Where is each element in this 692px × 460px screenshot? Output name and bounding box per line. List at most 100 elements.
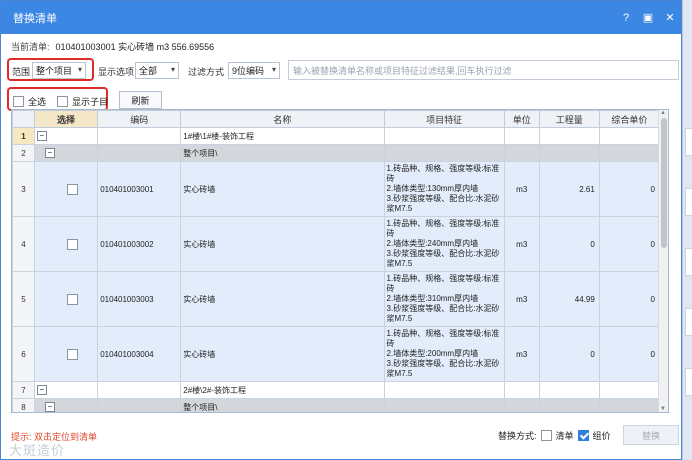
name-cell: 整个项目\: [180, 398, 385, 412]
header-code[interactable]: 编码: [97, 110, 182, 128]
name-cell: 实心砖墙: [180, 216, 385, 272]
table-row[interactable]: 8 − 整个项目\: [12, 398, 661, 412]
unit-cell: [503, 144, 540, 162]
tree-toggle-cell[interactable]: −: [33, 144, 99, 162]
vertical-scrollbar[interactable]: ▲ ▼: [658, 110, 668, 412]
restore-icon[interactable]: ▣: [637, 11, 659, 24]
display-option-select[interactable]: 全部 ▾: [135, 62, 179, 79]
dialog-title: 替换清单: [13, 12, 57, 25]
quantity-cell: [538, 381, 600, 399]
quantity-cell: 2.61: [538, 161, 600, 217]
row-checkbox[interactable]: [66, 183, 78, 195]
titlebar: 替换清单 ? ▣ ✕: [1, 1, 681, 34]
unit-cell: [503, 398, 540, 412]
display-option-label: 显示选项: [98, 67, 135, 77]
list-grid: 选择 编码 名称 项目特征 单位 工程量 综合单价 1 − 1#楼\1#楼-装饰…: [11, 109, 669, 413]
code-cell: [97, 398, 182, 412]
feature-cell: 1.砖品种、规格、强度等级:标准砖 2.墙体类型:200mm厚内墙 3.砂浆强度…: [383, 326, 505, 382]
select-all-checkbox[interactable]: [13, 96, 24, 107]
row-checkbox[interactable]: [66, 348, 78, 360]
name-cell: 实心砖墙: [180, 161, 385, 217]
chevron-down-icon: ▾: [77, 65, 82, 74]
select-cell[interactable]: [33, 161, 99, 217]
name-cell: 实心砖墙: [180, 326, 385, 382]
display-option-value: 全部: [139, 66, 158, 76]
price-cell: [598, 398, 661, 412]
background-cell: [685, 128, 692, 156]
select-cell[interactable]: [33, 216, 99, 272]
feature-cell: [383, 144, 505, 162]
table-header-row: 选择 编码 名称 项目特征 单位 工程量 综合单价: [12, 110, 661, 128]
unit-cell: m3: [503, 326, 540, 382]
table-row[interactable]: 2 − 整个项目\: [12, 144, 661, 162]
feature-cell: 1.砖品种、规格、强度等级:标准砖 2.墙体类型:240mm厚内墙 3.砂浆强度…: [383, 216, 505, 272]
collapse-icon[interactable]: −: [44, 402, 55, 412]
current-list-value: 010401003001 实心砖墙 m3 556.69556: [55, 41, 215, 52]
filter-mode-select[interactable]: 9位编码 ▾: [228, 62, 280, 79]
row-number: 7: [12, 381, 35, 399]
refresh-button[interactable]: 刷新: [119, 91, 162, 109]
table-row[interactable]: 5 010401003003 实心砖墙 1.砖品种、规格、强度等级:标准砖 2.…: [12, 271, 661, 327]
table-row[interactable]: 7 − 2#楼\2#-装饰工程: [12, 381, 661, 399]
price-cell: [598, 381, 661, 399]
quantity-cell: 0: [538, 216, 600, 272]
quantity-cell: [538, 127, 600, 145]
filter-mode-label: 过滤方式: [188, 67, 225, 77]
header-name[interactable]: 名称: [180, 110, 385, 128]
mode-group-checkbox[interactable]: [577, 430, 589, 441]
dialog-footer: 提示: 双击定位到清单 大斑造价 替换方式: 清单 组价 替换: [1, 421, 683, 459]
scroll-down-icon[interactable]: ▼: [660, 406, 666, 412]
unit-cell: [503, 381, 540, 399]
row-number: 6: [12, 326, 35, 382]
table-row[interactable]: 1 − 1#楼\1#楼-装饰工程: [12, 127, 661, 145]
header-quantity[interactable]: 工程量: [538, 110, 600, 128]
scope-value: 整个项目: [36, 66, 73, 76]
row-number: 1: [12, 127, 35, 145]
tree-toggle-cell[interactable]: −: [33, 398, 99, 412]
mode-list-checkbox[interactable]: [540, 430, 552, 441]
collapse-icon[interactable]: −: [36, 385, 47, 395]
show-children-checkbox[interactable]: [57, 96, 68, 107]
name-cell: 整个项目\: [180, 144, 385, 162]
code-cell: [97, 144, 182, 162]
row-checkbox[interactable]: [66, 293, 78, 305]
filter-search-input[interactable]: 输入被替换清单名称或项目特征过滤结果,回车执行过滤: [288, 60, 679, 80]
replace-button[interactable]: 替换: [623, 425, 679, 445]
header-unit[interactable]: 单位: [503, 110, 540, 128]
select-cell[interactable]: [33, 271, 99, 327]
background-app-edge: [682, 0, 692, 460]
chevron-down-icon: ▾: [271, 65, 276, 74]
filter-bar: 范围 整个项目 ▾ 显示选项 全部 ▾ 过滤方式 9位编码 ▾ 输入被替换清单名…: [1, 57, 681, 85]
current-list-label: 当前清单:: [11, 41, 50, 52]
scope-select[interactable]: 整个项目 ▾: [32, 62, 86, 79]
show-children-option[interactable]: 显示子目: [57, 95, 108, 108]
unit-cell: m3: [503, 216, 540, 272]
header-unit-price[interactable]: 综合单价: [598, 110, 661, 128]
header-feature[interactable]: 项目特征: [383, 110, 505, 128]
header-select[interactable]: 选择: [33, 110, 99, 128]
search-placeholder: 输入被替换清单名称或项目特征过滤结果,回车执行过滤: [293, 65, 512, 76]
replace-mode-label: 替换方式:: [498, 431, 537, 441]
table-row[interactable]: 6 010401003004 实心砖墙 1.砖品种、规格、强度等级:标准砖 2.…: [12, 326, 661, 382]
select-all-option[interactable]: 全选: [13, 95, 46, 108]
select-cell[interactable]: [33, 326, 99, 382]
tree-toggle-cell[interactable]: −: [33, 381, 99, 399]
close-icon[interactable]: ✕: [659, 11, 681, 24]
table-row[interactable]: 4 010401003002 实心砖墙 1.砖品种、规格、强度等级:标准砖 2.…: [12, 216, 661, 272]
feature-cell: 1.砖品种、规格、强度等级:标准砖 2.墙体类型:310mm厚内墙 3.砂浆强度…: [383, 271, 505, 327]
table-row[interactable]: 3 010401003001 实心砖墙 1.砖品种、规格、强度等级:标准砖 2.…: [12, 161, 661, 217]
scrollbar-thumb[interactable]: [661, 118, 667, 248]
list-table: 选择 编码 名称 项目特征 单位 工程量 综合单价 1 − 1#楼\1#楼-装饰…: [12, 110, 661, 412]
price-cell: 0: [598, 271, 661, 327]
header-rownum: [12, 110, 35, 128]
price-cell: [598, 127, 661, 145]
scroll-up-icon[interactable]: ▲: [660, 110, 666, 116]
tree-toggle-cell[interactable]: −: [33, 127, 99, 145]
collapse-icon[interactable]: −: [44, 148, 55, 158]
row-checkbox[interactable]: [66, 238, 78, 250]
price-cell: [598, 144, 661, 162]
help-icon[interactable]: ?: [615, 12, 637, 24]
collapse-icon[interactable]: −: [36, 131, 47, 141]
unit-cell: m3: [503, 271, 540, 327]
watermark: 大斑造价: [9, 443, 66, 458]
